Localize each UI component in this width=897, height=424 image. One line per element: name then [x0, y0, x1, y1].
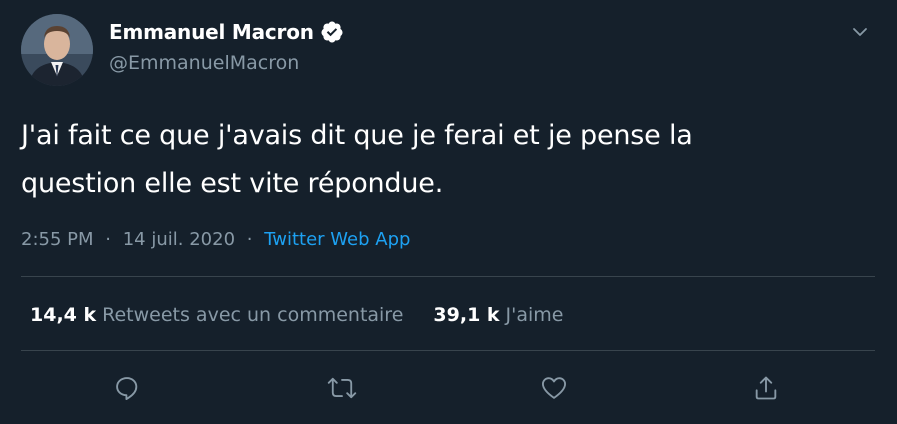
avatar[interactable]	[21, 14, 93, 86]
meta-separator: ·	[246, 229, 253, 250]
tweet-source-link[interactable]: Twitter Web App	[264, 229, 410, 250]
tweet-date[interactable]: 14 juil. 2020	[123, 229, 235, 250]
divider	[21, 276, 875, 277]
retweet-button[interactable]	[326, 372, 358, 404]
reply-icon	[116, 377, 138, 401]
retweets-label: Retweets avec un commentaire	[102, 304, 404, 326]
share-button[interactable]	[750, 372, 782, 404]
likes-count: 39,1 k	[433, 304, 500, 326]
tweet-time[interactable]: 2:55 PM	[21, 229, 94, 250]
tweet-card: Emmanuel Macron @EmmanuelMacron J'ai fai…	[0, 0, 897, 424]
tweet-text: J'ai fait ce que j'avais dit que je fera…	[21, 120, 693, 199]
author-handle[interactable]: @EmmanuelMacron	[109, 52, 299, 74]
retweet-icon	[327, 377, 357, 399]
divider	[21, 350, 875, 351]
meta-separator: ·	[105, 229, 111, 250]
retweets-stat[interactable]: 14,4 k Retweets avec un commentaire	[30, 304, 403, 326]
tweet-meta: 2:55 PM · 14 juil. 2020 · Twitter Web Ap…	[21, 229, 410, 250]
reply-button[interactable]	[111, 372, 143, 404]
tweet-stats: 14,4 k Retweets avec un commentaire 39,1…	[30, 304, 564, 326]
likes-stat[interactable]: 39,1 k J'aime	[433, 304, 563, 326]
verified-badge-icon	[320, 20, 344, 44]
like-button[interactable]	[538, 372, 570, 404]
profile-photo-icon	[21, 14, 93, 86]
author-name-row: Emmanuel Macron	[109, 20, 344, 44]
likes-label: J'aime	[505, 304, 564, 326]
share-icon	[755, 376, 777, 400]
tweet-menu-chevron-icon[interactable]	[848, 20, 872, 44]
author-display-name[interactable]: Emmanuel Macron	[109, 20, 314, 44]
heart-icon	[541, 377, 567, 399]
retweets-count: 14,4 k	[30, 304, 97, 326]
